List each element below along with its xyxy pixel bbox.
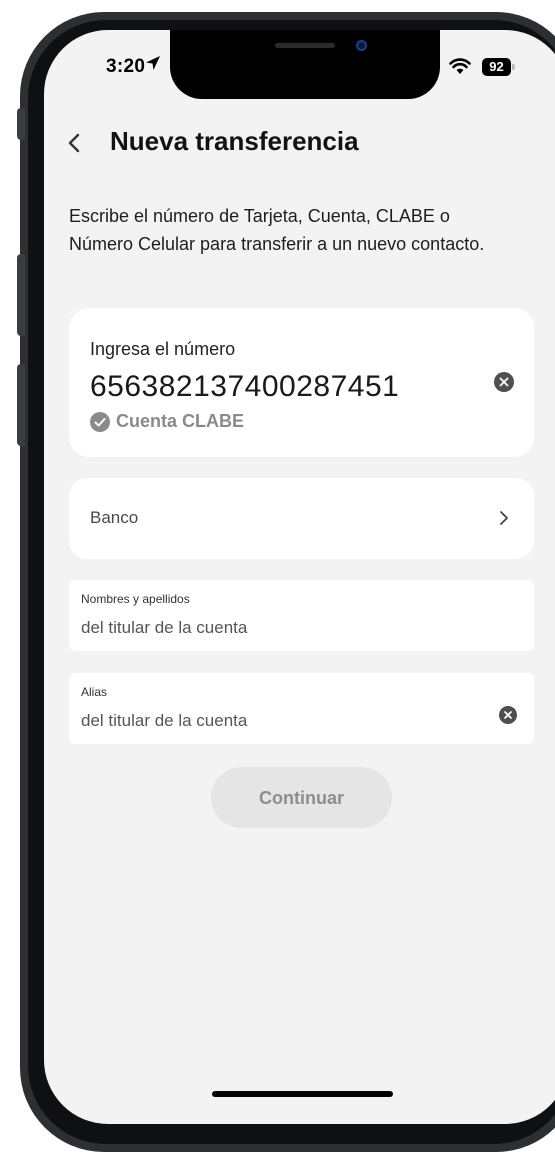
camera-icon bbox=[356, 40, 367, 51]
battery-icon: 92 bbox=[482, 58, 511, 76]
number-input-card[interactable]: Ingresa el número 656382137400287451 Cue… bbox=[69, 308, 534, 457]
number-input-label: Ingresa el número bbox=[90, 339, 236, 359]
page-title: Nueva transferencia bbox=[110, 126, 359, 156]
alias-field-label: Alias bbox=[81, 685, 108, 699]
status-time: 3:20 bbox=[106, 56, 146, 77]
mute-switch bbox=[17, 108, 25, 140]
clear-icon[interactable] bbox=[494, 372, 514, 392]
number-input-value[interactable]: 656382137400287451 bbox=[90, 370, 399, 404]
name-field-placeholder[interactable]: del titular de la cuenta bbox=[81, 618, 247, 638]
notch bbox=[170, 30, 440, 99]
chevron-right-icon bbox=[500, 511, 508, 525]
signal-icon bbox=[414, 60, 436, 75]
alias-field[interactable]: Alias del titular de la cuenta bbox=[69, 673, 534, 744]
home-indicator[interactable] bbox=[212, 1091, 393, 1097]
wifi-icon bbox=[449, 58, 471, 74]
name-field-label: Nombres y apellidos bbox=[81, 592, 190, 606]
app-screen: 3:20 92 Nueva transferencia Escribe el n… bbox=[44, 30, 555, 1124]
account-type-label: Cuenta CLABE bbox=[116, 411, 245, 431]
bank-selector[interactable]: Banco bbox=[69, 478, 534, 559]
bank-label: Banco bbox=[90, 508, 139, 527]
alias-field-placeholder[interactable]: del titular de la cuenta bbox=[81, 711, 247, 731]
check-circle-icon bbox=[90, 412, 110, 432]
volume-down-button bbox=[17, 364, 25, 446]
battery-cap bbox=[512, 64, 515, 70]
instructions-text: Escribe el número de Tarjeta, Cuenta, CL… bbox=[69, 206, 485, 254]
clear-icon[interactable] bbox=[499, 706, 517, 724]
volume-up-button bbox=[17, 254, 25, 336]
back-chevron-icon[interactable] bbox=[60, 128, 90, 158]
speaker-grille bbox=[275, 43, 335, 48]
location-arrow-icon bbox=[146, 56, 160, 70]
name-field[interactable]: Nombres y apellidos del titular de la cu… bbox=[69, 580, 534, 651]
continue-button[interactable]: Continuar bbox=[211, 767, 392, 828]
